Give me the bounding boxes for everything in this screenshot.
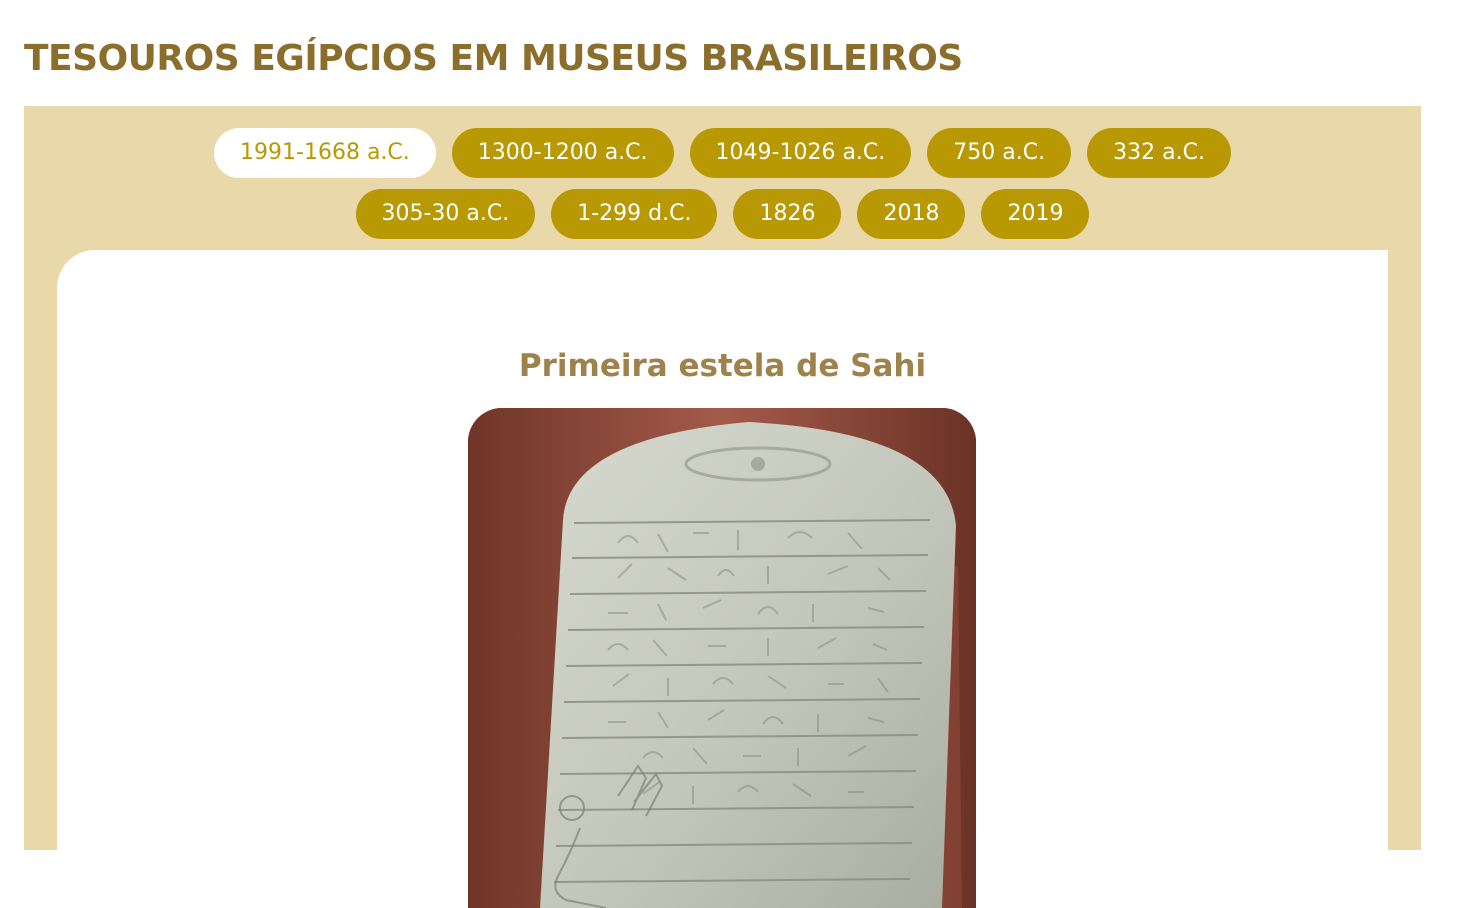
tab-2018[interactable]: 2018	[857, 189, 966, 239]
page-title: TESOUROS EGÍPCIOS EM MUSEUS BRASILEIROS	[24, 38, 963, 79]
tab-305-30-ac[interactable]: 305-30 a.C.	[355, 189, 536, 239]
timeline-panel: 1991-1668 a.C. 1300-1200 a.C. 1049-1026 …	[24, 106, 1421, 908]
tab-1826[interactable]: 1826	[733, 189, 842, 239]
content-card: Primeira estela de Sahi	[57, 250, 1388, 908]
tab-1991-1668-ac[interactable]: 1991-1668 a.C.	[214, 128, 436, 178]
tab-750-ac[interactable]: 750 a.C.	[927, 128, 1072, 178]
stela-photo	[468, 408, 976, 908]
tab-1300-1200-ac[interactable]: 1300-1200 a.C.	[451, 128, 674, 178]
tab-1049-1026-ac[interactable]: 1049-1026 a.C.	[689, 128, 912, 178]
tab-332-ac[interactable]: 332 a.C.	[1087, 128, 1231, 178]
timeline-tabs: 1991-1668 a.C. 1300-1200 a.C. 1049-1026 …	[24, 128, 1421, 239]
item-title: Primeira estela de Sahi	[518, 348, 927, 384]
tab-2019[interactable]: 2019	[981, 189, 1090, 239]
tab-1-299-dc[interactable]: 1-299 d.C.	[551, 189, 718, 239]
